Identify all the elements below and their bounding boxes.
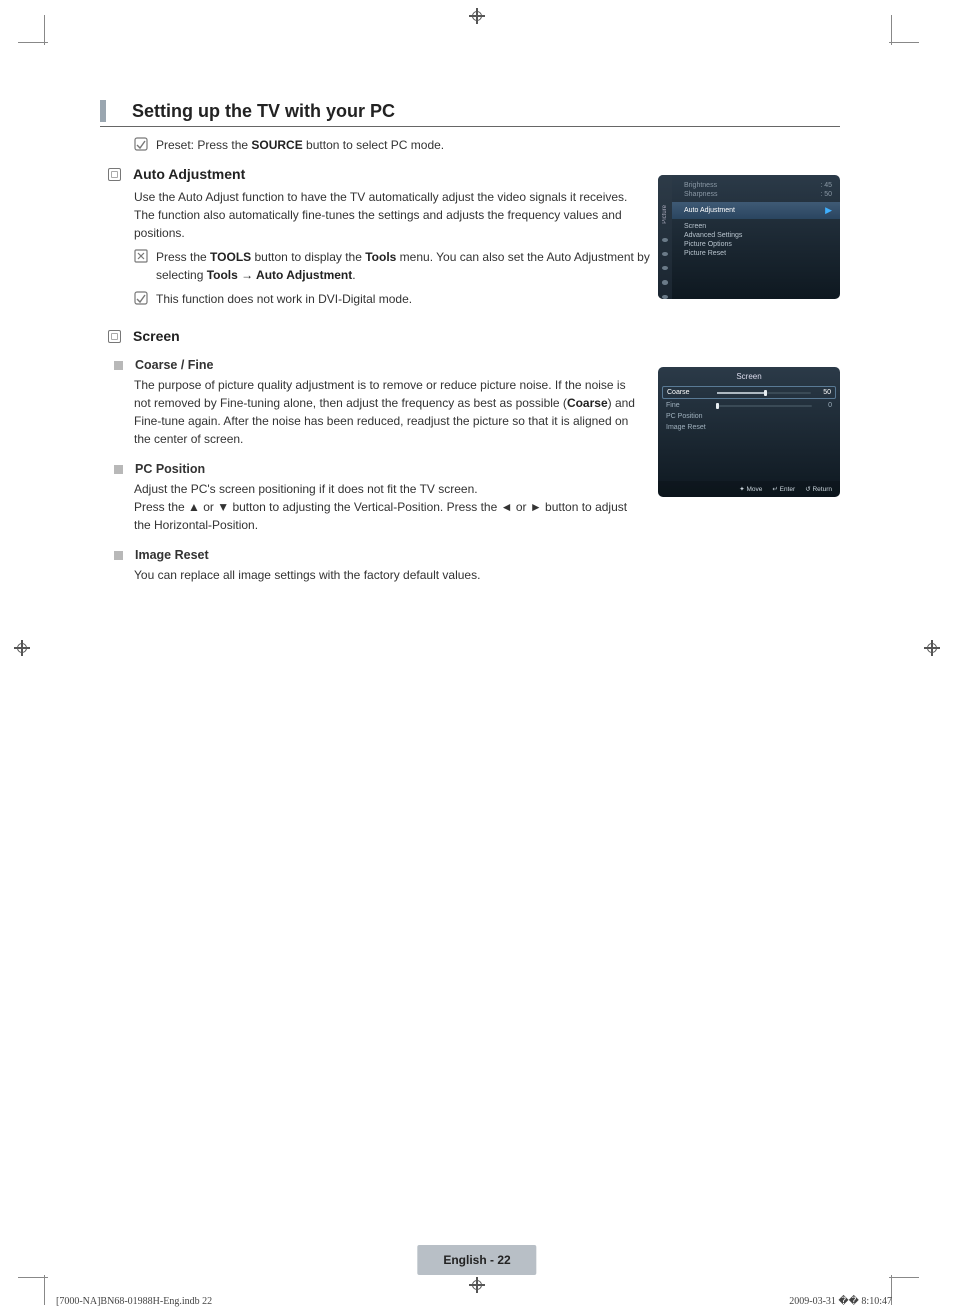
osd-sidebar-dot-icon [662,238,668,242]
note-icon [134,291,150,310]
osd-item: Picture Options [684,240,832,249]
document-path-footer: [7000-NA]BN68-01988H-Eng.indb 22 [56,1296,212,1307]
registration-mark-bottom [469,1277,485,1293]
subsection-marker-icon [108,330,121,343]
tools-note: Press the TOOLS button to display the To… [134,248,654,284]
osd-fine-row: Fine 0 [666,400,832,411]
crop-mark [18,42,48,43]
preset-text: Preset: Press the SOURCE button to selec… [156,137,444,154]
osd-screen-title: Screen [658,367,840,385]
osd-sidebar: Picture [658,175,672,299]
osd-screen-menu: Screen Coarse 50 Fine 0 PC Position [658,367,840,497]
crop-mark [44,15,45,45]
dvi-note-text: This function does not work in DVI-Digit… [156,290,412,308]
crop-mark [44,1275,45,1305]
item-marker-icon [114,465,123,474]
osd-pc-position-row: PC Position [666,411,832,422]
page-number-badge: English - 22 [417,1245,536,1275]
osd-screen-body: Coarse 50 Fine 0 PC Position Image Res [658,386,840,433]
document-timestamp-footer: 2009-03-31 �� 8:10:47 [789,1296,892,1307]
subsection-marker-icon [108,168,121,181]
crop-mark [891,15,892,45]
section-heading-row: Setting up the TV with your PC [100,100,840,127]
osd-sidebar-dot-icon [662,252,668,256]
crop-mark [18,1277,48,1278]
osd-sidebar-label: Picture [662,205,668,224]
osd-coarse-row: Coarse 50 [662,386,836,399]
osd-sidebar-dot-icon [662,295,668,299]
auto-adjustment-body: Use the Auto Adjust function to have the… [134,188,644,242]
page-title: Setting up the TV with your PC [132,101,395,122]
item-marker-icon [114,551,123,560]
osd-brightness-row: Brightness : 45 [684,181,832,190]
pc-position-line2: Press the ▲ or ▼ button to adjusting the… [134,498,644,534]
crop-mark [889,42,919,43]
osd-move-hint: ✦ Move [739,485,762,493]
screen-heading: Screen [100,328,840,344]
registration-mark-right [924,640,940,656]
tools-icon [134,249,150,268]
osd-item: Screen [684,222,832,231]
osd-slider [717,392,811,394]
osd-item: Advanced Settings [684,231,832,240]
image-reset-body: You can replace all image settings with … [134,566,644,584]
osd-slider [716,405,812,407]
registration-mark-left [14,640,30,656]
crop-mark [889,1277,919,1278]
coarse-fine-body: The purpose of picture quality adjustmen… [134,376,644,448]
tools-text: Press the TOOLS button to display the To… [156,248,654,284]
osd-item: Picture Reset [684,249,832,258]
osd-image-reset-row: Image Reset [666,422,832,433]
note-icon [134,137,150,151]
osd-enter-hint: ↵ Enter [772,485,795,493]
dvi-note: This function does not work in DVI-Digit… [134,290,654,310]
osd-arrow-right-icon: ▶ [825,205,832,216]
osd-main: Brightness : 45 Sharpness : 50 Auto Adju… [672,175,840,264]
osd-sidebar-dot-icon [662,280,668,284]
heading-marker-icon [100,100,106,122]
osd-sidebar-dot-icon [662,266,668,270]
item-marker-icon [114,361,123,370]
preset-note: Preset: Press the SOURCE button to selec… [134,137,840,154]
osd-screen-footer: ✦ Move ↵ Enter ↺ Return [658,481,840,497]
osd-sharpness-row: Sharpness : 50 [684,190,832,199]
page-content: Setting up the TV with your PC Preset: P… [100,100,840,584]
pc-position-line1: Adjust the PC's screen positioning if it… [134,480,644,498]
osd-auto-adjustment-row: Auto Adjustment ▶ [672,202,840,219]
image-reset-heading: Image Reset [114,548,840,562]
osd-picture-menu: Picture Brightness : 45 Sharpness : 50 A… [658,175,840,299]
osd-return-hint: ↺ Return [805,485,832,493]
registration-mark-top [469,8,485,24]
